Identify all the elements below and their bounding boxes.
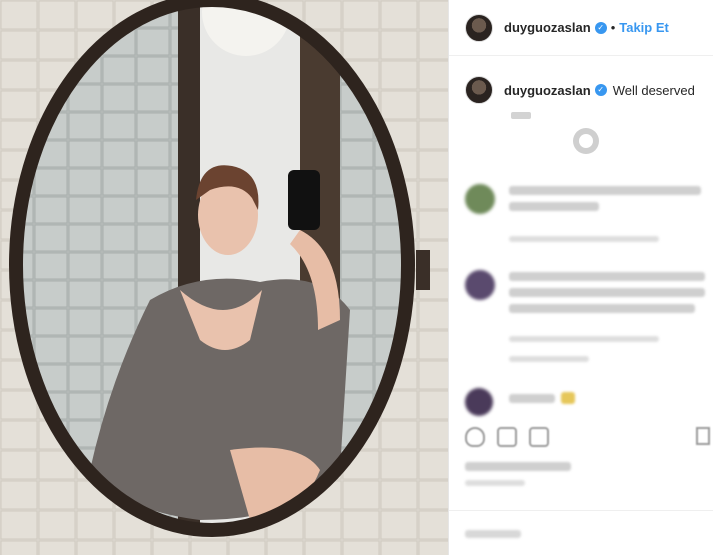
comment-meta-blurred xyxy=(509,236,659,242)
comment-text-blurred xyxy=(509,304,695,313)
follow-button[interactable]: Takip Et xyxy=(619,20,669,35)
comment-text-blurred xyxy=(509,186,701,195)
caption-text: Well deserved xyxy=(612,82,695,98)
load-more-icon[interactable] xyxy=(573,128,599,154)
comment-text-blurred xyxy=(509,394,555,403)
comment-meta-blurred xyxy=(509,336,659,342)
comment-avatar[interactable] xyxy=(465,270,495,300)
share-icon[interactable] xyxy=(529,427,549,447)
likes-count-blurred xyxy=(465,462,571,471)
caption-timestamp-blurred xyxy=(511,112,531,119)
divider xyxy=(449,510,713,511)
comment-icon[interactable] xyxy=(497,427,517,447)
comment-meta-blurred xyxy=(509,356,589,362)
comment-avatar[interactable] xyxy=(465,388,493,416)
comment-text-blurred xyxy=(509,272,705,281)
bookmark-icon[interactable] xyxy=(696,427,710,445)
verified-badge-icon: ✓ xyxy=(594,84,607,96)
add-comment-input[interactable] xyxy=(465,530,521,538)
post-date-blurred xyxy=(465,480,525,486)
instagram-post: duyguozaslan ✓ • Takip Et duyguozaslan ✓… xyxy=(0,0,713,555)
comment-text-blurred xyxy=(509,202,599,211)
header-separator: • xyxy=(610,20,616,35)
post-header: duyguozaslan ✓ • Takip Et xyxy=(449,0,713,56)
caption-username[interactable]: duyguozaslan xyxy=(504,83,591,98)
action-bar xyxy=(465,427,549,447)
photo-scene xyxy=(0,0,448,555)
emoji-blurred xyxy=(561,392,575,404)
verified-badge-icon: ✓ xyxy=(594,21,607,34)
post-caption: duyguozaslan ✓ Well deserved xyxy=(465,76,705,104)
comment-avatar[interactable] xyxy=(465,184,495,214)
author-username[interactable]: duyguozaslan xyxy=(504,20,591,35)
post-sidebar: duyguozaslan ✓ • Takip Et duyguozaslan ✓… xyxy=(448,0,713,555)
caption-avatar[interactable] xyxy=(465,76,493,104)
author-avatar[interactable] xyxy=(465,13,493,42)
comment-text-blurred xyxy=(509,288,705,297)
post-photo[interactable] xyxy=(0,0,448,555)
like-icon[interactable] xyxy=(465,427,485,447)
